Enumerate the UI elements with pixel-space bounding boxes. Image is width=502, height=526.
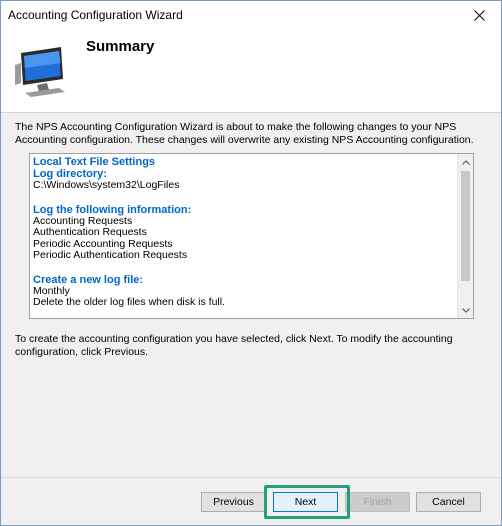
vertical-scrollbar[interactable] [457,154,473,318]
intro-text: The NPS Accounting Configuration Wizard … [15,121,474,146]
instruction-text: To create the accounting configuration y… [15,333,453,358]
wizard-window: Accounting Configuration Wizard Summary … [0,0,502,526]
wizard-header: Summary [1,29,501,113]
next-button-highlight [264,485,350,519]
chevron-up-icon [462,159,470,165]
log-directory-value: C:\Windows\system32\LogFiles [33,179,180,191]
list-item: Authentication Requests [33,226,147,238]
previous-button[interactable]: Previous [201,492,266,512]
new-log-file-label: Create a new log file: [33,273,144,286]
scroll-up-button[interactable] [458,154,473,170]
scrollbar-thumb[interactable] [461,171,470,281]
page-title: Summary [86,38,155,55]
cancel-button[interactable]: Cancel [416,492,481,512]
log-information-label: Log the following information: [33,203,192,216]
window-title: Accounting Configuration Wizard [8,8,183,22]
close-button[interactable] [457,1,501,29]
footer-divider [1,477,501,478]
summary-content: Local Text File Settings Log directory: … [33,156,453,309]
chevron-down-icon [462,307,470,313]
finish-button: Finish [345,492,410,512]
title-bar: Accounting Configuration Wizard [1,1,501,29]
computer-monitor-icon [15,47,65,97]
list-item: Delete the older log files when disk is … [33,296,226,308]
list-item: Periodic Authentication Requests [33,249,188,261]
summary-listbox[interactable]: Local Text File Settings Log directory: … [29,153,474,319]
close-icon [473,9,485,21]
scroll-down-button[interactable] [458,302,473,318]
section-title-local-text-file: Local Text File Settings [33,156,156,168]
